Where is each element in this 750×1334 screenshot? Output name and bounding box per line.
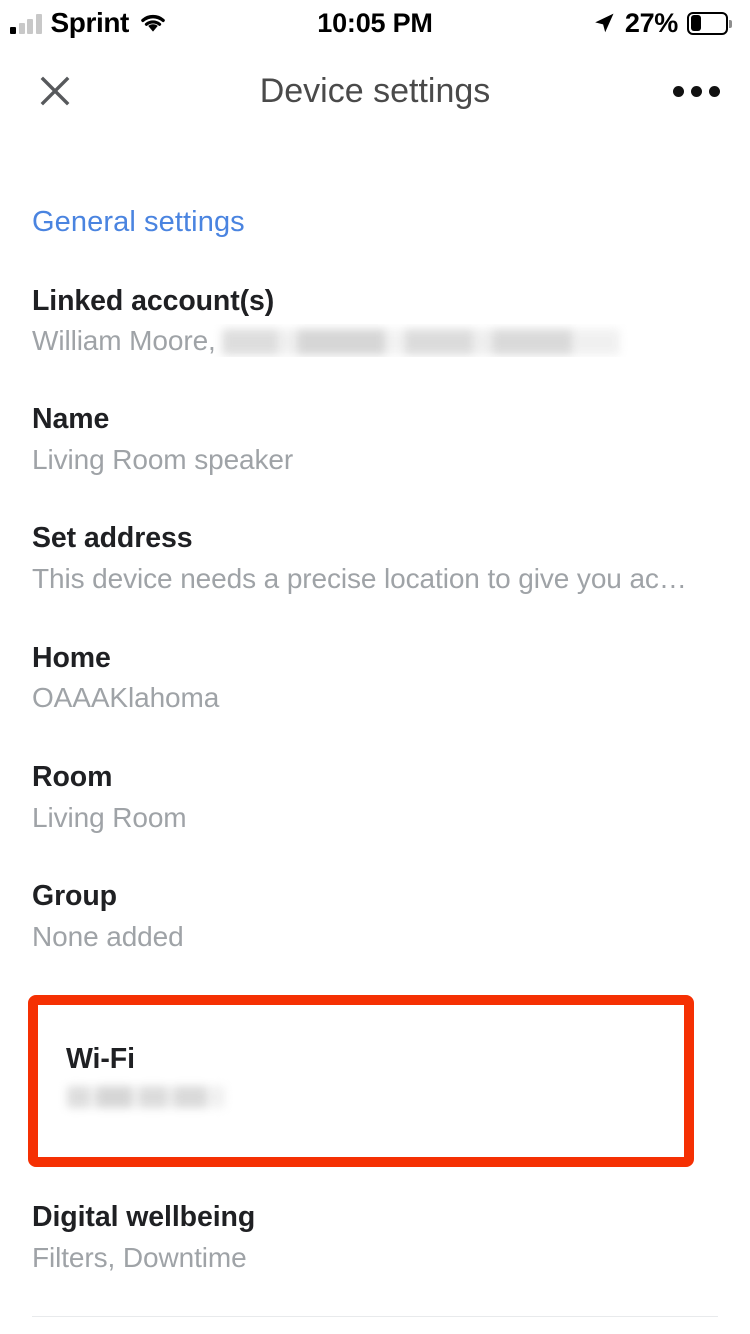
list-item-title: Digital wellbeing (32, 1201, 256, 1234)
redacted-account-text (221, 328, 620, 355)
battery-icon (687, 11, 732, 35)
list-item-title: Set address (32, 522, 193, 555)
settings-list: General settings Linked account(s) Willi… (0, 206, 750, 1318)
battery-percent-label: 27% (624, 7, 678, 38)
list-item-subtitle: None added (32, 920, 184, 952)
list-item-subtitle: Filters, Downtime (32, 1241, 247, 1273)
carrier-label: Sprint (50, 7, 130, 38)
highlight-wrapper: Wi-Fi (0, 995, 750, 1168)
list-item-wifi[interactable]: Wi-Fi (28, 995, 694, 1168)
list-item-home[interactable]: Home OAAAKlahoma (32, 596, 718, 715)
list-item-digital-wellbeing[interactable]: Digital wellbeing Filters, Downtime (32, 1167, 718, 1274)
list-item-group[interactable]: Group None added (32, 834, 718, 953)
list-item-title: Home (32, 641, 111, 674)
redacted-ssid-text (67, 1086, 225, 1109)
list-item-name[interactable]: Name Living Room speaker (32, 357, 718, 476)
list-item-subtitle-text: William Moore, (32, 324, 216, 356)
list-item-subtitle: OAAAKlahoma (32, 682, 220, 714)
cellular-signal-icon (10, 13, 42, 34)
list-item-room[interactable]: Room Living Room (32, 715, 718, 834)
section-header-general-settings: General settings (32, 206, 245, 238)
list-item-title: Room (32, 760, 113, 793)
list-item-subtitle: This device needs a precise location to … (32, 563, 687, 595)
status-bar-left: Sprint (10, 9, 168, 37)
list-item-title: Group (32, 880, 117, 913)
list-item-title: Wi-Fi (66, 1043, 135, 1076)
list-item-title: Name (32, 403, 110, 436)
page-title: Device settings (259, 71, 491, 110)
clock-label: 10:05 PM (317, 7, 433, 38)
list-item-set-address[interactable]: Set address This device needs a precise … (32, 476, 718, 595)
location-arrow-icon (592, 11, 616, 35)
list-item-subtitle: Living Room (32, 801, 187, 833)
status-bar-right: 27% (592, 8, 732, 39)
app-bar: Device settings (0, 46, 750, 136)
wifi-icon (138, 12, 168, 34)
close-icon[interactable] (32, 68, 78, 114)
list-item-title: Linked account(s) (32, 285, 275, 317)
list-item-subtitle: Living Room speaker (32, 443, 294, 475)
list-divider (32, 1316, 718, 1318)
list-item-subtitle: William Moore, (32, 324, 718, 358)
list-item-subtitle (66, 1076, 684, 1113)
status-bar: Sprint 10:05 PM 27% (0, 0, 750, 46)
list-item-linked-accounts[interactable]: Linked account(s) William Moore, (32, 239, 718, 357)
more-horizontal-icon[interactable] (668, 68, 724, 114)
